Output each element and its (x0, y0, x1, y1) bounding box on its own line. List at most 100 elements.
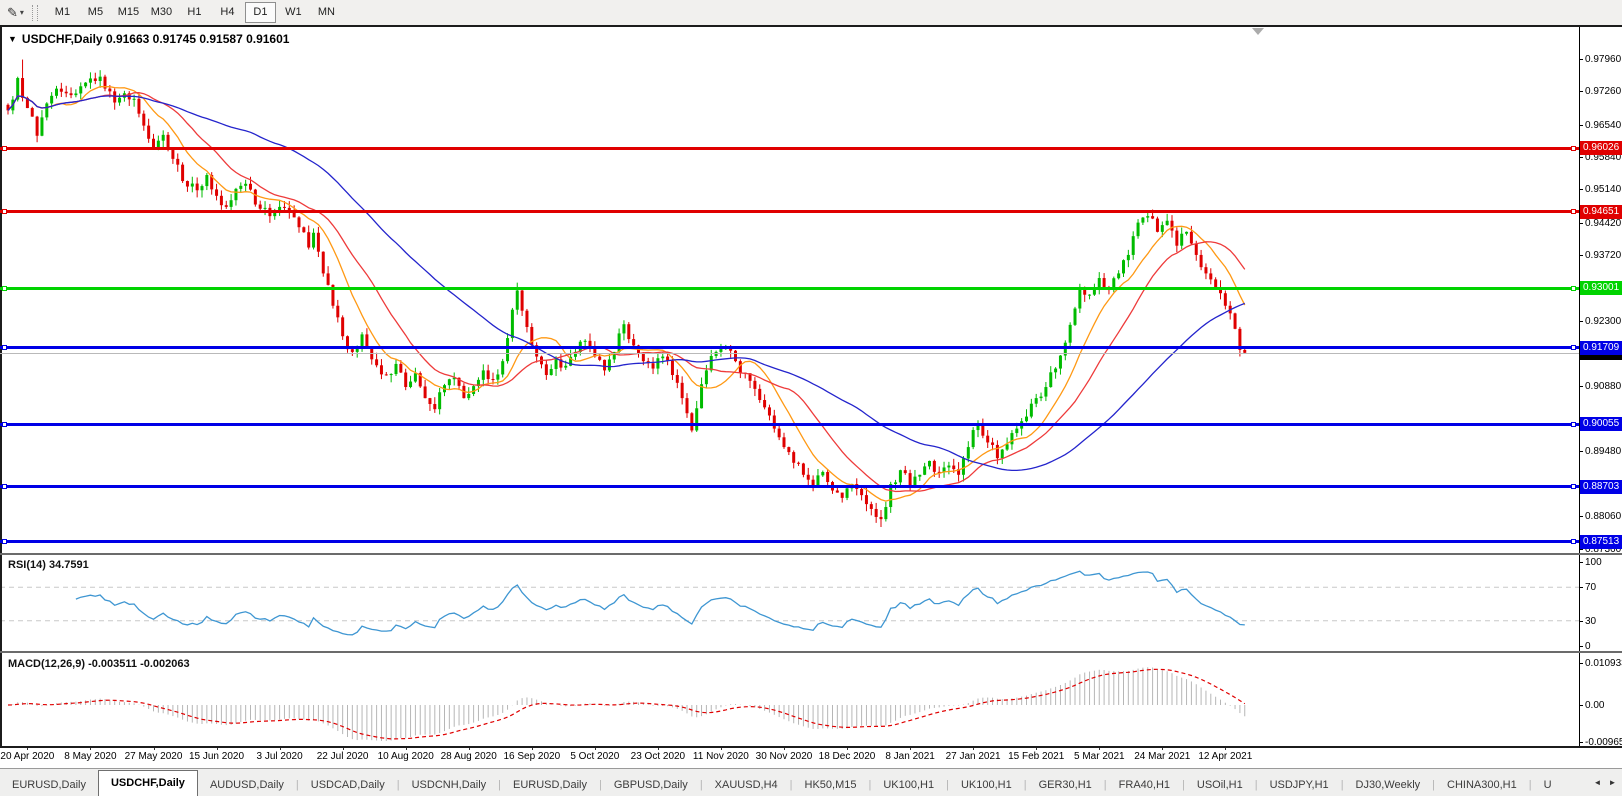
rsi-tick-mark (1579, 587, 1583, 588)
price-tick-label: 0.88060 (1585, 511, 1621, 522)
panel-separator-2 (0, 651, 1622, 653)
timeframe-button-mn[interactable]: MN (311, 2, 342, 23)
timeframe-button-m1[interactable]: M1 (47, 2, 78, 23)
level-line-handle[interactable] (2, 422, 7, 427)
level-line-handle[interactable] (2, 146, 7, 151)
price-chart-panel[interactable] (0, 30, 1579, 551)
chart-tab-china300-h1[interactable]: CHINA300,H1 (1435, 775, 1529, 796)
price-tick-label: 0.92300 (1585, 316, 1621, 327)
tab-scroll-left-icon[interactable]: ◄ (1590, 774, 1605, 791)
macd-tick-mark (1579, 705, 1583, 706)
price-tick-mark (1579, 91, 1583, 92)
pen-tool-icon: ✎ (7, 5, 18, 21)
chart-tab-uk100-h1[interactable]: UK100,H1 (949, 775, 1024, 796)
level-line-handle[interactable] (2, 209, 7, 214)
macd-tick-mark (1579, 663, 1583, 664)
chart-tab-hk50-m15[interactable]: HK50,M15 (793, 775, 869, 796)
chart-tab-gbpusd-daily[interactable]: GBPUSD,Daily (602, 775, 700, 796)
level-line-handle[interactable] (1571, 286, 1576, 291)
toolbar-grip (32, 5, 38, 21)
macd-tick-label: 0.010933 (1585, 658, 1622, 669)
chart-tab-usdcnh-daily[interactable]: USDCNH,Daily (400, 775, 499, 796)
rsi-tick-label: 30 (1585, 616, 1596, 627)
price-tick-mark (1579, 157, 1583, 158)
price-level-label: 0.94651 (1580, 205, 1622, 219)
chart-tab-audusd-daily[interactable]: AUDUSD,Daily (198, 775, 296, 796)
macd-panel[interactable] (0, 653, 1579, 746)
level-line-handle[interactable] (1571, 422, 1576, 427)
price-tick-label: 0.90880 (1585, 381, 1621, 392)
level-line-0.94651[interactable] (0, 210, 1579, 213)
price-tick-label: 0.89480 (1585, 446, 1621, 457)
chart-tab-uk100-h1[interactable]: UK100,H1 (871, 775, 946, 796)
price-level-label: 0.91709 (1580, 341, 1622, 355)
candlestick-plot (0, 30, 1579, 551)
mt4-window: ✎ ▾ M1M5M15M30H1H4D1W1MN ▼ USDCHF,Daily 0… (0, 0, 1622, 796)
tab-scroll-buttons: ◄ ► (1590, 774, 1620, 791)
chart-tab-usoil-h1[interactable]: USOil,H1 (1185, 775, 1255, 796)
price-tick-mark (1579, 223, 1583, 224)
timeframe-button-m30[interactable]: M30 (146, 2, 177, 23)
price-tick-label: 0.96540 (1585, 120, 1621, 131)
macd-tick-mark (1579, 742, 1583, 743)
timeframe-button-h1[interactable]: H1 (179, 2, 210, 23)
level-line-handle[interactable] (2, 539, 7, 544)
timeframe-button-m5[interactable]: M5 (80, 2, 111, 23)
rsi-label: RSI(14) 34.7591 (8, 559, 89, 571)
level-line-handle[interactable] (1571, 209, 1576, 214)
price-tick-label: 0.94420 (1585, 218, 1621, 229)
level-line-handle[interactable] (1571, 539, 1576, 544)
chart-shift-marker-icon[interactable] (1252, 28, 1264, 35)
chart-tab-u[interactable]: U (1532, 775, 1564, 796)
chart-tab-eurusd-daily[interactable]: EURUSD,Daily (501, 775, 599, 796)
price-tick-mark (1579, 321, 1583, 322)
chart-frame-top (0, 25, 1622, 27)
price-tick-mark (1579, 255, 1583, 256)
chart-tab-fra40-h1[interactable]: FRA40,H1 (1107, 775, 1182, 796)
chart-title-text: USDCHF,Daily 0.91663 0.91745 0.91587 0.9… (22, 32, 290, 46)
price-level-label: 0.93001 (1580, 281, 1622, 295)
chart-tab-xauusd-h4[interactable]: XAUUSD,H4 (703, 775, 790, 796)
chart-tab-usdcad-daily[interactable]: USDCAD,Daily (299, 775, 397, 796)
level-line-0.96026[interactable] (0, 147, 1579, 150)
draw-tool-button[interactable]: ✎ ▾ (3, 3, 28, 23)
chart-tab-bar: EURUSD,DailyUSDCHF,DailyAUDUSD,Daily|USD… (0, 768, 1622, 796)
rsi-tick-mark (1579, 621, 1583, 622)
level-line-0.88703[interactable] (0, 485, 1579, 488)
chart-tab-eurusd-daily[interactable]: EURUSD,Daily (0, 775, 98, 796)
level-line-0.90055[interactable] (0, 423, 1579, 426)
level-line-handle[interactable] (2, 345, 7, 350)
timeframe-button-h4[interactable]: H4 (212, 2, 243, 23)
chart-tab-ger30-h1[interactable]: GER30,H1 (1027, 775, 1104, 796)
rsi-panel[interactable] (0, 556, 1579, 650)
price-level-label: 0.96026 (1580, 141, 1622, 155)
chart-tab-usdjpy-h1[interactable]: USDJPY,H1 (1258, 775, 1341, 796)
price-tick-label: 0.93720 (1585, 250, 1621, 261)
chart-dropdown-icon[interactable]: ▼ (8, 34, 17, 44)
chart-tab-usdchf-daily[interactable]: USDCHF,Daily (98, 770, 198, 796)
panel-separator-1 (0, 553, 1622, 555)
rsi-plot (0, 556, 1579, 650)
timeframe-button-d1[interactable]: D1 (245, 2, 276, 23)
level-line-handle[interactable] (1571, 484, 1576, 489)
level-line-0.93001[interactable] (0, 287, 1579, 290)
price-tick-mark (1579, 189, 1583, 190)
bid-price-line (0, 353, 1579, 354)
timeframe-toolbar: M1M5M15M30H1H4D1W1MN (46, 2, 343, 23)
price-level-label: 0.87513 (1580, 535, 1622, 549)
timeframe-button-w1[interactable]: W1 (278, 2, 309, 23)
price-tick-mark (1579, 59, 1583, 60)
price-tick-mark (1579, 516, 1583, 517)
rsi-tick-label: 100 (1585, 557, 1602, 568)
level-line-handle[interactable] (1571, 345, 1576, 350)
chart-tab-dj30-weekly[interactable]: DJ30,Weekly (1344, 775, 1433, 796)
tab-scroll-right-icon[interactable]: ► (1605, 774, 1620, 791)
level-line-0.91709[interactable] (0, 346, 1579, 349)
level-line-handle[interactable] (1571, 146, 1576, 151)
timeframe-button-m15[interactable]: M15 (113, 2, 144, 23)
toolbar: ✎ ▾ M1M5M15M30H1H4D1W1MN (0, 0, 1622, 25)
rsi-tick-label: 0 (1585, 641, 1591, 652)
level-line-handle[interactable] (2, 286, 7, 291)
level-line-handle[interactable] (2, 484, 7, 489)
level-line-0.87513[interactable] (0, 540, 1579, 543)
